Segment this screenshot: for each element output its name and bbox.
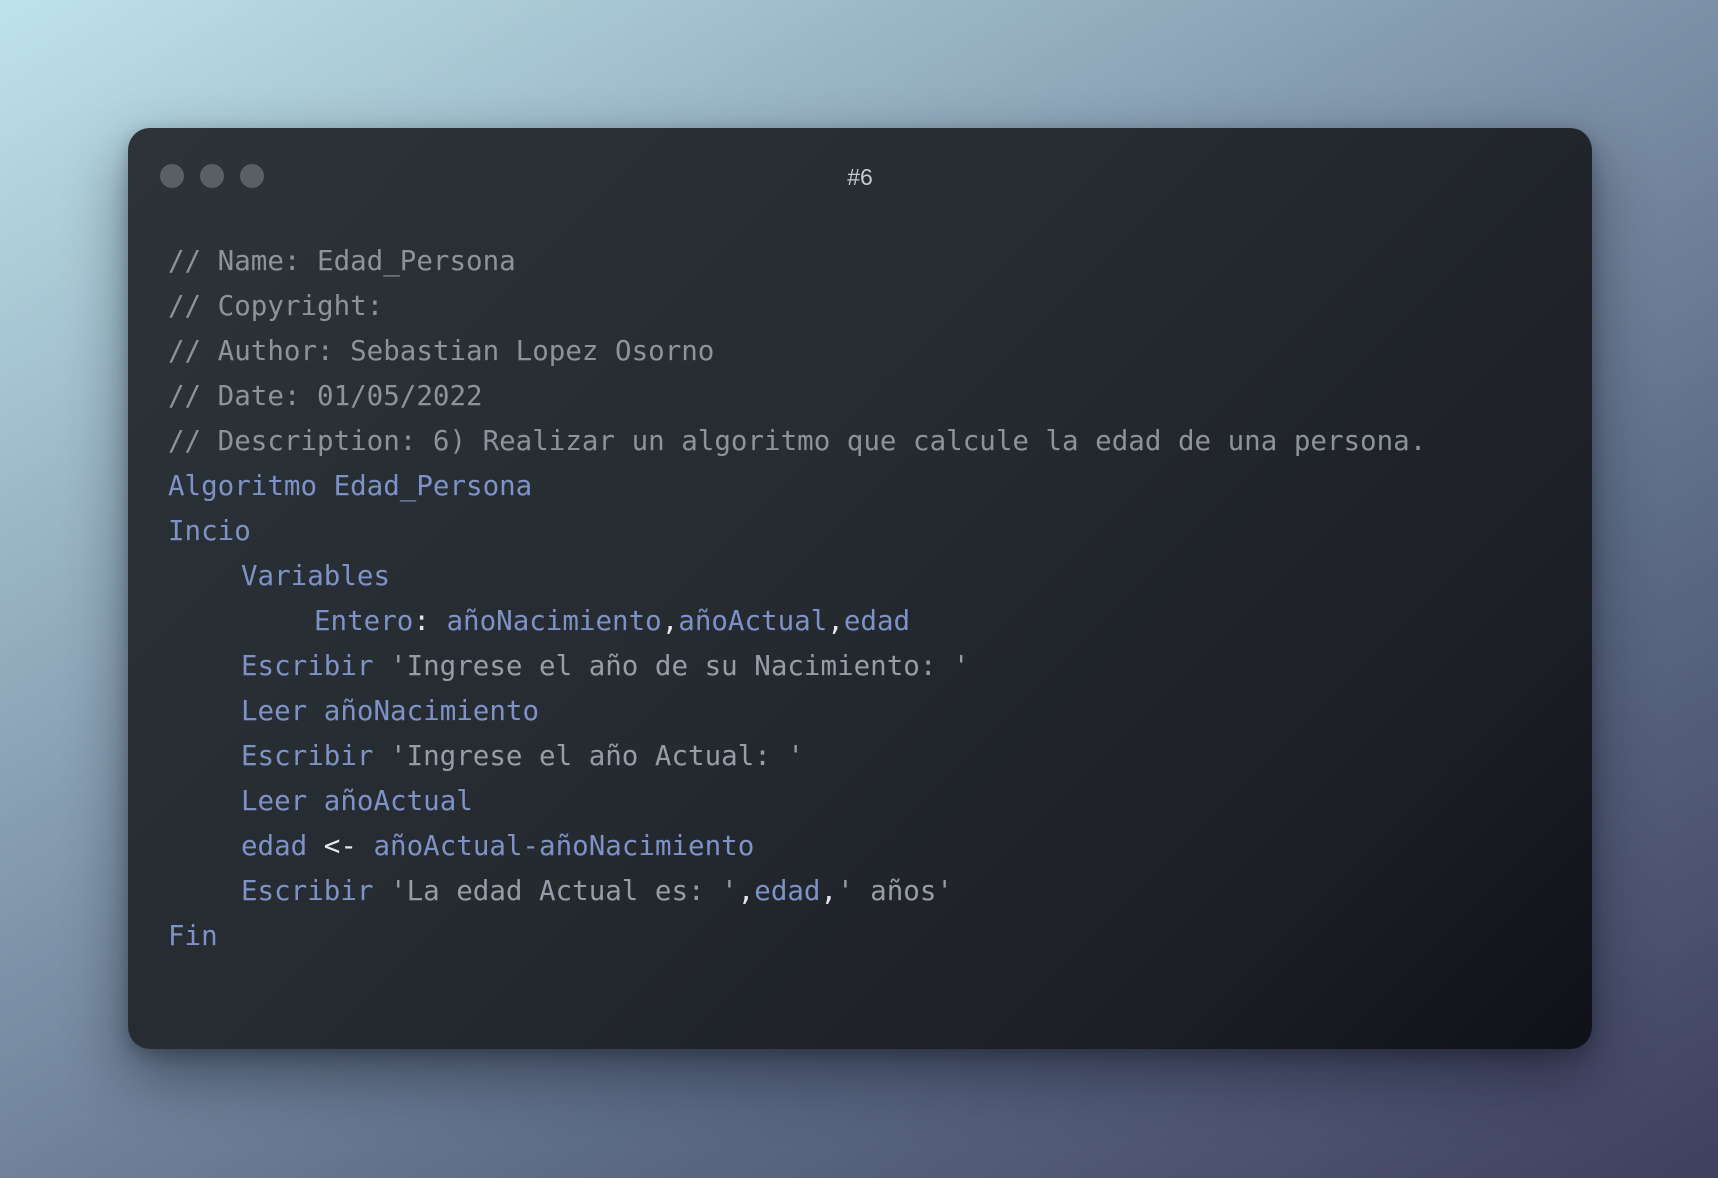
escribir-keyword: Escribir <box>241 875 374 907</box>
leer-variable: añoActual <box>323 785 473 817</box>
leer-line-2: Leer añoActual <box>168 779 1426 824</box>
code-window: #6 // Name: Edad_Persona// Copyright:// … <box>128 128 1592 1049</box>
leer-line-1: Leer añoNacimiento <box>168 689 1426 734</box>
var-edad: edad <box>843 605 911 637</box>
colon: : <box>413 605 430 637</box>
inicio-line: Incio <box>168 515 251 547</box>
title-bar: #6 <box>128 128 1592 224</box>
output-variable: edad <box>754 875 821 907</box>
comment-line-author: // Author: Sebastian Lopez Osorno <box>168 335 715 367</box>
algoritmo-line: Algoritmo Edad_Persona <box>168 470 533 502</box>
string-literal: 'Ingrese el año de su Nacimiento: ' <box>390 650 970 682</box>
string-literal: 'La edad Actual es: ' <box>390 875 738 907</box>
comma: , <box>827 605 844 637</box>
escribir-line-3: Escribir 'La edad Actual es: ',edad,' añ… <box>168 869 1426 914</box>
leer-variable: añoNacimiento <box>323 695 540 727</box>
comma: , <box>661 605 679 637</box>
var-ano-actual: añoActual <box>678 605 828 637</box>
window-title: #6 <box>847 164 873 190</box>
escribir-line-1: Escribir 'Ingrese el año de su Nacimient… <box>168 644 1426 689</box>
declaration-line: Entero: añoNacimiento,añoActual,edad <box>168 599 1426 644</box>
type-keyword: Entero <box>314 605 414 637</box>
leer-keyword: Leer <box>241 785 308 817</box>
comment-line-description: // Description: 6) Realizar un algoritmo… <box>168 425 1427 457</box>
variables-line: Variables <box>241 560 391 592</box>
fin-line: Fin <box>168 920 218 952</box>
comma: , <box>737 875 755 907</box>
code-block: // Name: Edad_Persona // Copyright: // Aut… <box>168 239 1426 959</box>
comment-line-copyright: // Copyright: <box>168 290 384 322</box>
assign-operator: <- <box>323 830 357 862</box>
escribir-line-2: Escribir 'Ingrese el año Actual: ' <box>168 734 1426 779</box>
escribir-keyword: Escribir <box>241 740 374 772</box>
string-literal: 'Ingrese el año Actual: ' <box>390 740 804 772</box>
comma: , <box>820 875 838 907</box>
string-literal: ' años' <box>837 875 953 907</box>
comment-line-name: // Name: Edad_Persona <box>168 245 516 277</box>
leer-keyword: Leer <box>241 695 308 727</box>
var-ano-nacimiento: añoNacimiento <box>446 605 662 637</box>
assignment-line: edad <- añoActual-añoNacimiento <box>168 824 1426 869</box>
assign-expression: añoActual-añoNacimiento <box>373 830 755 862</box>
escribir-keyword: Escribir <box>241 650 374 682</box>
assign-target: edad <box>241 830 308 862</box>
comment-line-date: // Date: 01/05/2022 <box>168 380 483 412</box>
